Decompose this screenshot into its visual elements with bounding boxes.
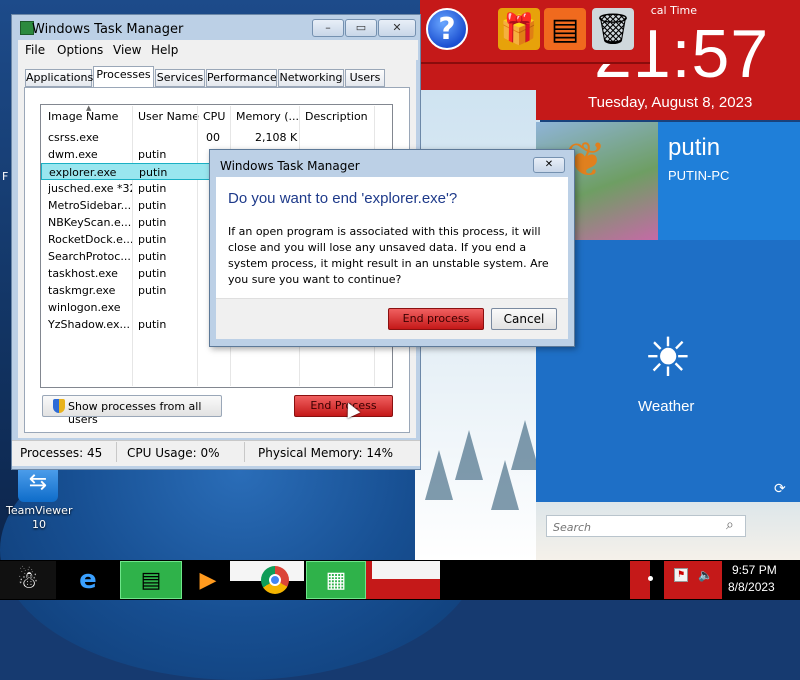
task-manager-taskbar-icon[interactable]: ▦: [306, 561, 366, 599]
dialog-message: If an open program is associated with th…: [228, 225, 549, 286]
cell-image-name: dwm.exe: [48, 148, 98, 161]
gift-icon[interactable]: 🎁: [498, 8, 540, 50]
tray-clock-date[interactable]: 8/8/2023: [728, 580, 775, 594]
status-divider: [244, 442, 245, 462]
action-center-flag-icon[interactable]: ⚑: [674, 568, 688, 582]
search-icon[interactable]: ⌕: [726, 517, 734, 533]
user-tile-computer: PUTIN-PC: [668, 168, 730, 183]
status-physical-memory: Physical Memory: 14%: [258, 446, 394, 460]
minimize-button[interactable]: –: [312, 19, 344, 37]
tab-performance[interactable]: Performance: [206, 69, 277, 87]
cell-user-name: putin: [139, 166, 168, 179]
teamviewer-label[interactable]: TeamViewer 10: [6, 504, 72, 532]
tray-indicator-icon: [648, 576, 653, 581]
tray-overflow-button[interactable]: [630, 561, 650, 599]
cell-image-name: jusched.exe *32: [48, 182, 132, 195]
cell-image-name: explorer.exe: [49, 166, 117, 179]
column-description[interactable]: Description: [305, 110, 368, 123]
cell-image-name: taskhost.exe: [48, 267, 118, 280]
column-user-name[interactable]: User Name: [138, 110, 199, 123]
weather-tile-label: Weather: [638, 398, 695, 415]
internet-explorer-icon[interactable]: e: [62, 561, 114, 599]
close-button[interactable]: ✕: [378, 19, 416, 37]
sidebar-search-input[interactable]: [551, 518, 725, 536]
task-manager-title: Windows Task Manager: [32, 22, 184, 37]
column-image-name[interactable]: Image Name: [48, 110, 118, 123]
dialog-title: Windows Task Manager: [220, 159, 360, 173]
sidebar-search-box[interactable]: [546, 515, 746, 537]
maximize-button[interactable]: ▭: [345, 19, 377, 37]
table-row[interactable]: csrss.exe 00 2,108 K: [41, 129, 391, 146]
cell-user-name: putin: [138, 233, 167, 246]
sun-icon: ☀: [643, 326, 693, 389]
speaker-icon[interactable]: 🔈: [698, 568, 713, 582]
tray-icons-area: [664, 561, 722, 599]
cell-image-name: RocketDock.e...: [48, 233, 132, 246]
cell-image-name: YzShadow.ex...: [48, 318, 130, 331]
dialog-close-button[interactable]: ✕: [533, 157, 565, 173]
tab-users[interactable]: Users: [345, 69, 385, 87]
rocket-dock: ? 🎁 ▤ 🗑: [420, 0, 650, 64]
recycle-bin-icon[interactable]: 🗑: [592, 8, 634, 50]
cell-user-name: putin: [138, 199, 167, 212]
cell-user-name: putin: [138, 284, 167, 297]
dialog-heading: Do you want to end 'explorer.exe'?: [228, 190, 458, 207]
cell-user-name: putin: [138, 250, 167, 263]
cell-user-name: putin: [138, 267, 167, 280]
status-cpu-usage: CPU Usage: 0%: [127, 446, 220, 460]
cell-user-name: putin: [138, 318, 167, 331]
dialog-end-process-button[interactable]: End process: [388, 308, 484, 330]
menu-view[interactable]: View: [113, 43, 141, 57]
cell-image-name: SearchProtoc...: [48, 250, 131, 263]
tab-networking[interactable]: Networking: [278, 69, 344, 87]
menu-options[interactable]: Options: [57, 43, 103, 57]
column-cpu[interactable]: CPU: [203, 110, 225, 123]
clock-date: Tuesday, August 8, 2023: [588, 94, 753, 111]
file-explorer-icon[interactable]: ▤: [120, 561, 182, 599]
chrome-icon[interactable]: [250, 561, 300, 599]
tab-applications[interactable]: Applications: [25, 69, 93, 87]
uac-shield-icon: [53, 399, 65, 413]
cell-image-name: winlogon.exe: [48, 301, 121, 314]
taskbar-thumbnail: [372, 561, 440, 579]
show-all-processes-button[interactable]: Show processes from all users: [42, 395, 222, 426]
tab-services[interactable]: Services: [155, 69, 205, 87]
start-button[interactable]: ☃: [0, 561, 56, 599]
cell-image-name: taskmgr.exe: [48, 284, 116, 297]
cell-memory: 2,108 K: [255, 131, 298, 144]
help-icon[interactable]: ?: [426, 8, 468, 50]
menu-help[interactable]: Help: [151, 43, 178, 57]
cell-user-name: putin: [138, 182, 167, 195]
folder-icon[interactable]: ▤: [544, 8, 586, 50]
cell-image-name: csrss.exe: [48, 131, 99, 144]
show-all-processes-label: Show processes from all users: [68, 400, 202, 426]
cell-cpu: 00: [206, 131, 220, 144]
column-memory[interactable]: Memory (...: [236, 110, 299, 123]
media-player-icon[interactable]: ▶: [186, 561, 230, 599]
cell-user-name: putin: [138, 216, 167, 229]
menu-file[interactable]: File: [25, 43, 45, 57]
cell-user-name: putin: [138, 148, 167, 161]
status-divider: [116, 442, 117, 462]
status-processes: Processes: 45: [20, 446, 103, 460]
sort-arrow-icon: ▲: [86, 104, 92, 112]
cell-image-name: MetroSidebar....: [48, 199, 132, 212]
refresh-icon[interactable]: ⟳: [774, 481, 786, 497]
tab-processes[interactable]: Processes: [93, 66, 154, 88]
tray-clock-time[interactable]: 9:57 PM: [732, 563, 777, 577]
cell-image-name: NBKeyScan.e...: [48, 216, 132, 229]
dialog-cancel-button[interactable]: Cancel: [491, 308, 557, 330]
desktop-icon-label-partial: F: [2, 170, 9, 183]
user-tile-name: putin: [668, 134, 721, 161]
